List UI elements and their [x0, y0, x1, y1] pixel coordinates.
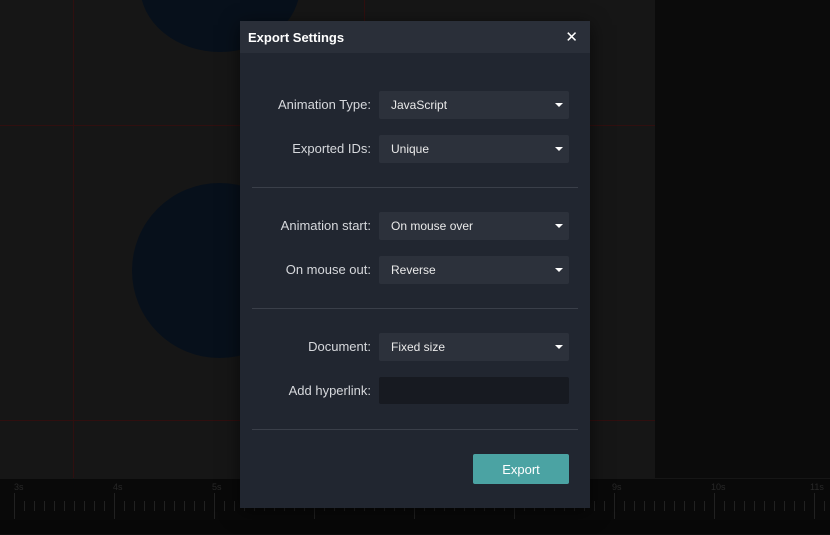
- caret-down-icon: [555, 103, 563, 107]
- document-row: Document: Fixed size: [240, 333, 590, 361]
- caret-down-icon: [555, 224, 563, 228]
- animation-type-value: JavaScript: [391, 98, 448, 112]
- animation-start-value: On mouse over: [391, 219, 474, 233]
- animation-start-select[interactable]: On mouse over: [379, 212, 569, 240]
- caret-down-icon: [555, 345, 563, 349]
- section-divider: [252, 308, 578, 309]
- animation-type-select[interactable]: JavaScript: [379, 91, 569, 119]
- on-mouse-out-value: Reverse: [391, 263, 436, 277]
- animation-start-label: Animation start:: [280, 218, 371, 233]
- exported-ids-select[interactable]: Unique: [379, 135, 569, 163]
- document-value: Fixed size: [391, 340, 446, 354]
- section-divider: [252, 187, 578, 188]
- animation-type-row: Animation Type: JavaScript: [240, 91, 590, 119]
- exported-ids-row: Exported IDs: Unique: [240, 135, 590, 163]
- document-label: Document:: [308, 339, 371, 354]
- close-icon[interactable]: ✕: [565, 30, 578, 45]
- add-hyperlink-label: Add hyperlink:: [288, 383, 371, 398]
- on-mouse-out-row: On mouse out: Reverse: [240, 256, 590, 284]
- document-select[interactable]: Fixed size: [379, 333, 569, 361]
- section-divider: [252, 429, 578, 430]
- animation-type-label: Animation Type:: [278, 97, 371, 112]
- add-hyperlink-input[interactable]: [379, 377, 569, 404]
- caret-down-icon: [555, 268, 563, 272]
- dialog-title: Export Settings: [248, 29, 345, 45]
- animation-start-row: Animation start: On mouse over: [240, 212, 590, 240]
- caret-down-icon: [555, 147, 563, 151]
- on-mouse-out-select[interactable]: Reverse: [379, 256, 569, 284]
- exported-ids-value: Unique: [391, 142, 430, 156]
- export-settings-dialog: Export Settings ✕ Animation Type: JavaSc…: [240, 21, 590, 508]
- on-mouse-out-label: On mouse out:: [285, 262, 371, 277]
- export-button[interactable]: Export: [473, 454, 569, 484]
- add-hyperlink-row: Add hyperlink:: [240, 377, 590, 405]
- exported-ids-label: Exported IDs:: [292, 141, 371, 156]
- dialog-header: Export Settings ✕: [240, 21, 590, 53]
